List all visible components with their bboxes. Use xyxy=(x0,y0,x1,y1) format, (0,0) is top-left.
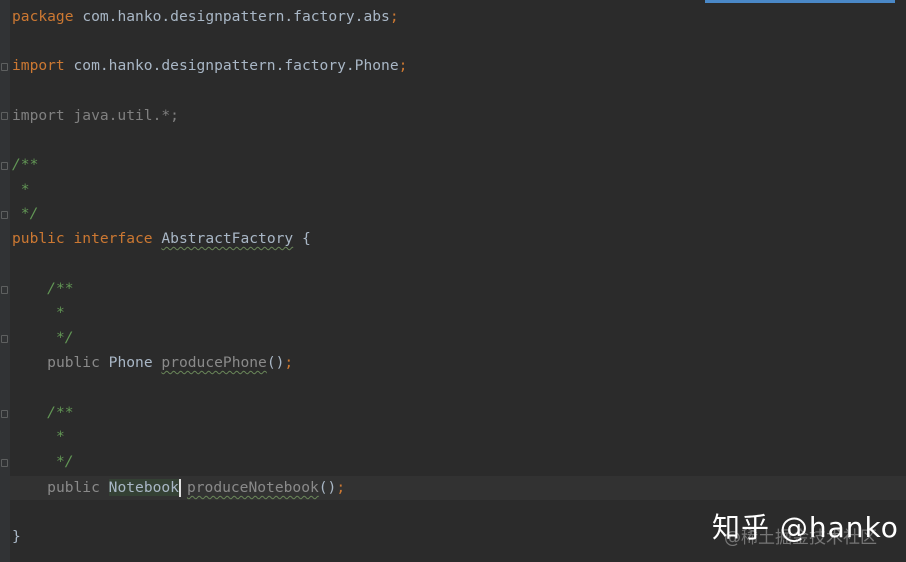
doc-open: /** xyxy=(47,280,74,297)
doc-comment-star[interactable]: * xyxy=(12,427,65,447)
watermark-zhihu: 知乎 @hanko xyxy=(712,511,899,544)
scroll-indicator xyxy=(705,0,895,3)
doc-open: /** xyxy=(12,156,39,173)
package-name: com.hanko.designpattern.factory.abs xyxy=(82,8,390,25)
import-keyword: import xyxy=(12,57,65,74)
method-name: producePhone xyxy=(161,354,267,371)
semicolon: ; xyxy=(336,479,346,496)
fold-marker-icon[interactable] xyxy=(1,162,8,170)
fold-marker-icon[interactable] xyxy=(1,63,8,71)
editor-gutter xyxy=(0,0,10,562)
unused-import: import java.util.*; xyxy=(12,107,179,124)
doc-comment-star[interactable]: * xyxy=(12,303,65,323)
code-line-close-brace[interactable]: } xyxy=(12,527,21,547)
public-keyword: public xyxy=(12,230,65,247)
code-line-interface[interactable]: public interface AbstractFactory { xyxy=(12,229,311,249)
doc-close: */ xyxy=(55,329,74,346)
return-type-highlighted: Notebook xyxy=(108,479,179,496)
code-line-import-util[interactable]: import java.util.*; xyxy=(12,106,179,126)
doc-comment-open[interactable]: /** xyxy=(12,279,74,299)
import-path: com.hanko.designpattern.factory.Phone xyxy=(73,57,399,74)
public-keyword: public xyxy=(47,479,100,496)
doc-comment-close[interactable]: */ xyxy=(12,204,39,224)
code-line-package[interactable]: package com.hanko.designpattern.factory.… xyxy=(12,7,399,27)
doc-star: * xyxy=(55,304,65,321)
semicolon: ; xyxy=(284,354,294,371)
doc-comment-close[interactable]: */ xyxy=(12,452,74,472)
code-line-method-notebook[interactable]: public Notebook produceNotebook(); xyxy=(12,478,345,498)
package-keyword: package xyxy=(12,8,74,25)
text-caret xyxy=(178,479,181,497)
doc-close: */ xyxy=(20,205,39,222)
code-line-method-phone[interactable]: public Phone producePhone(); xyxy=(12,353,293,373)
fold-marker-icon[interactable] xyxy=(1,410,8,418)
code-editor[interactable]: package com.hanko.designpattern.factory.… xyxy=(0,0,906,562)
public-keyword: public xyxy=(47,354,100,371)
close-brace: } xyxy=(12,528,21,545)
code-line-import-phone[interactable]: import com.hanko.designpattern.factory.P… xyxy=(12,56,407,76)
semicolon: ; xyxy=(398,57,408,74)
doc-star: * xyxy=(20,181,30,198)
fold-marker-icon[interactable] xyxy=(1,211,8,219)
open-brace: { xyxy=(301,230,311,247)
doc-comment-open[interactable]: /** xyxy=(12,403,74,423)
interface-name: AbstractFactory xyxy=(161,230,294,247)
doc-open: /** xyxy=(47,404,74,421)
doc-comment-star[interactable]: * xyxy=(12,180,30,200)
parens: () xyxy=(318,479,337,496)
method-name: produceNotebook xyxy=(186,479,319,496)
doc-star: * xyxy=(55,428,65,445)
fold-marker-icon[interactable] xyxy=(1,286,8,294)
return-type: Phone xyxy=(108,354,153,371)
fold-marker-icon[interactable] xyxy=(1,112,8,120)
interface-keyword: interface xyxy=(73,230,153,247)
doc-close: */ xyxy=(55,453,74,470)
parens: () xyxy=(266,354,285,371)
fold-marker-icon[interactable] xyxy=(1,459,8,467)
fold-marker-icon[interactable] xyxy=(1,335,8,343)
doc-comment-close[interactable]: */ xyxy=(12,328,74,348)
semicolon: ; xyxy=(389,8,399,25)
doc-comment-open[interactable]: /** xyxy=(12,155,38,175)
